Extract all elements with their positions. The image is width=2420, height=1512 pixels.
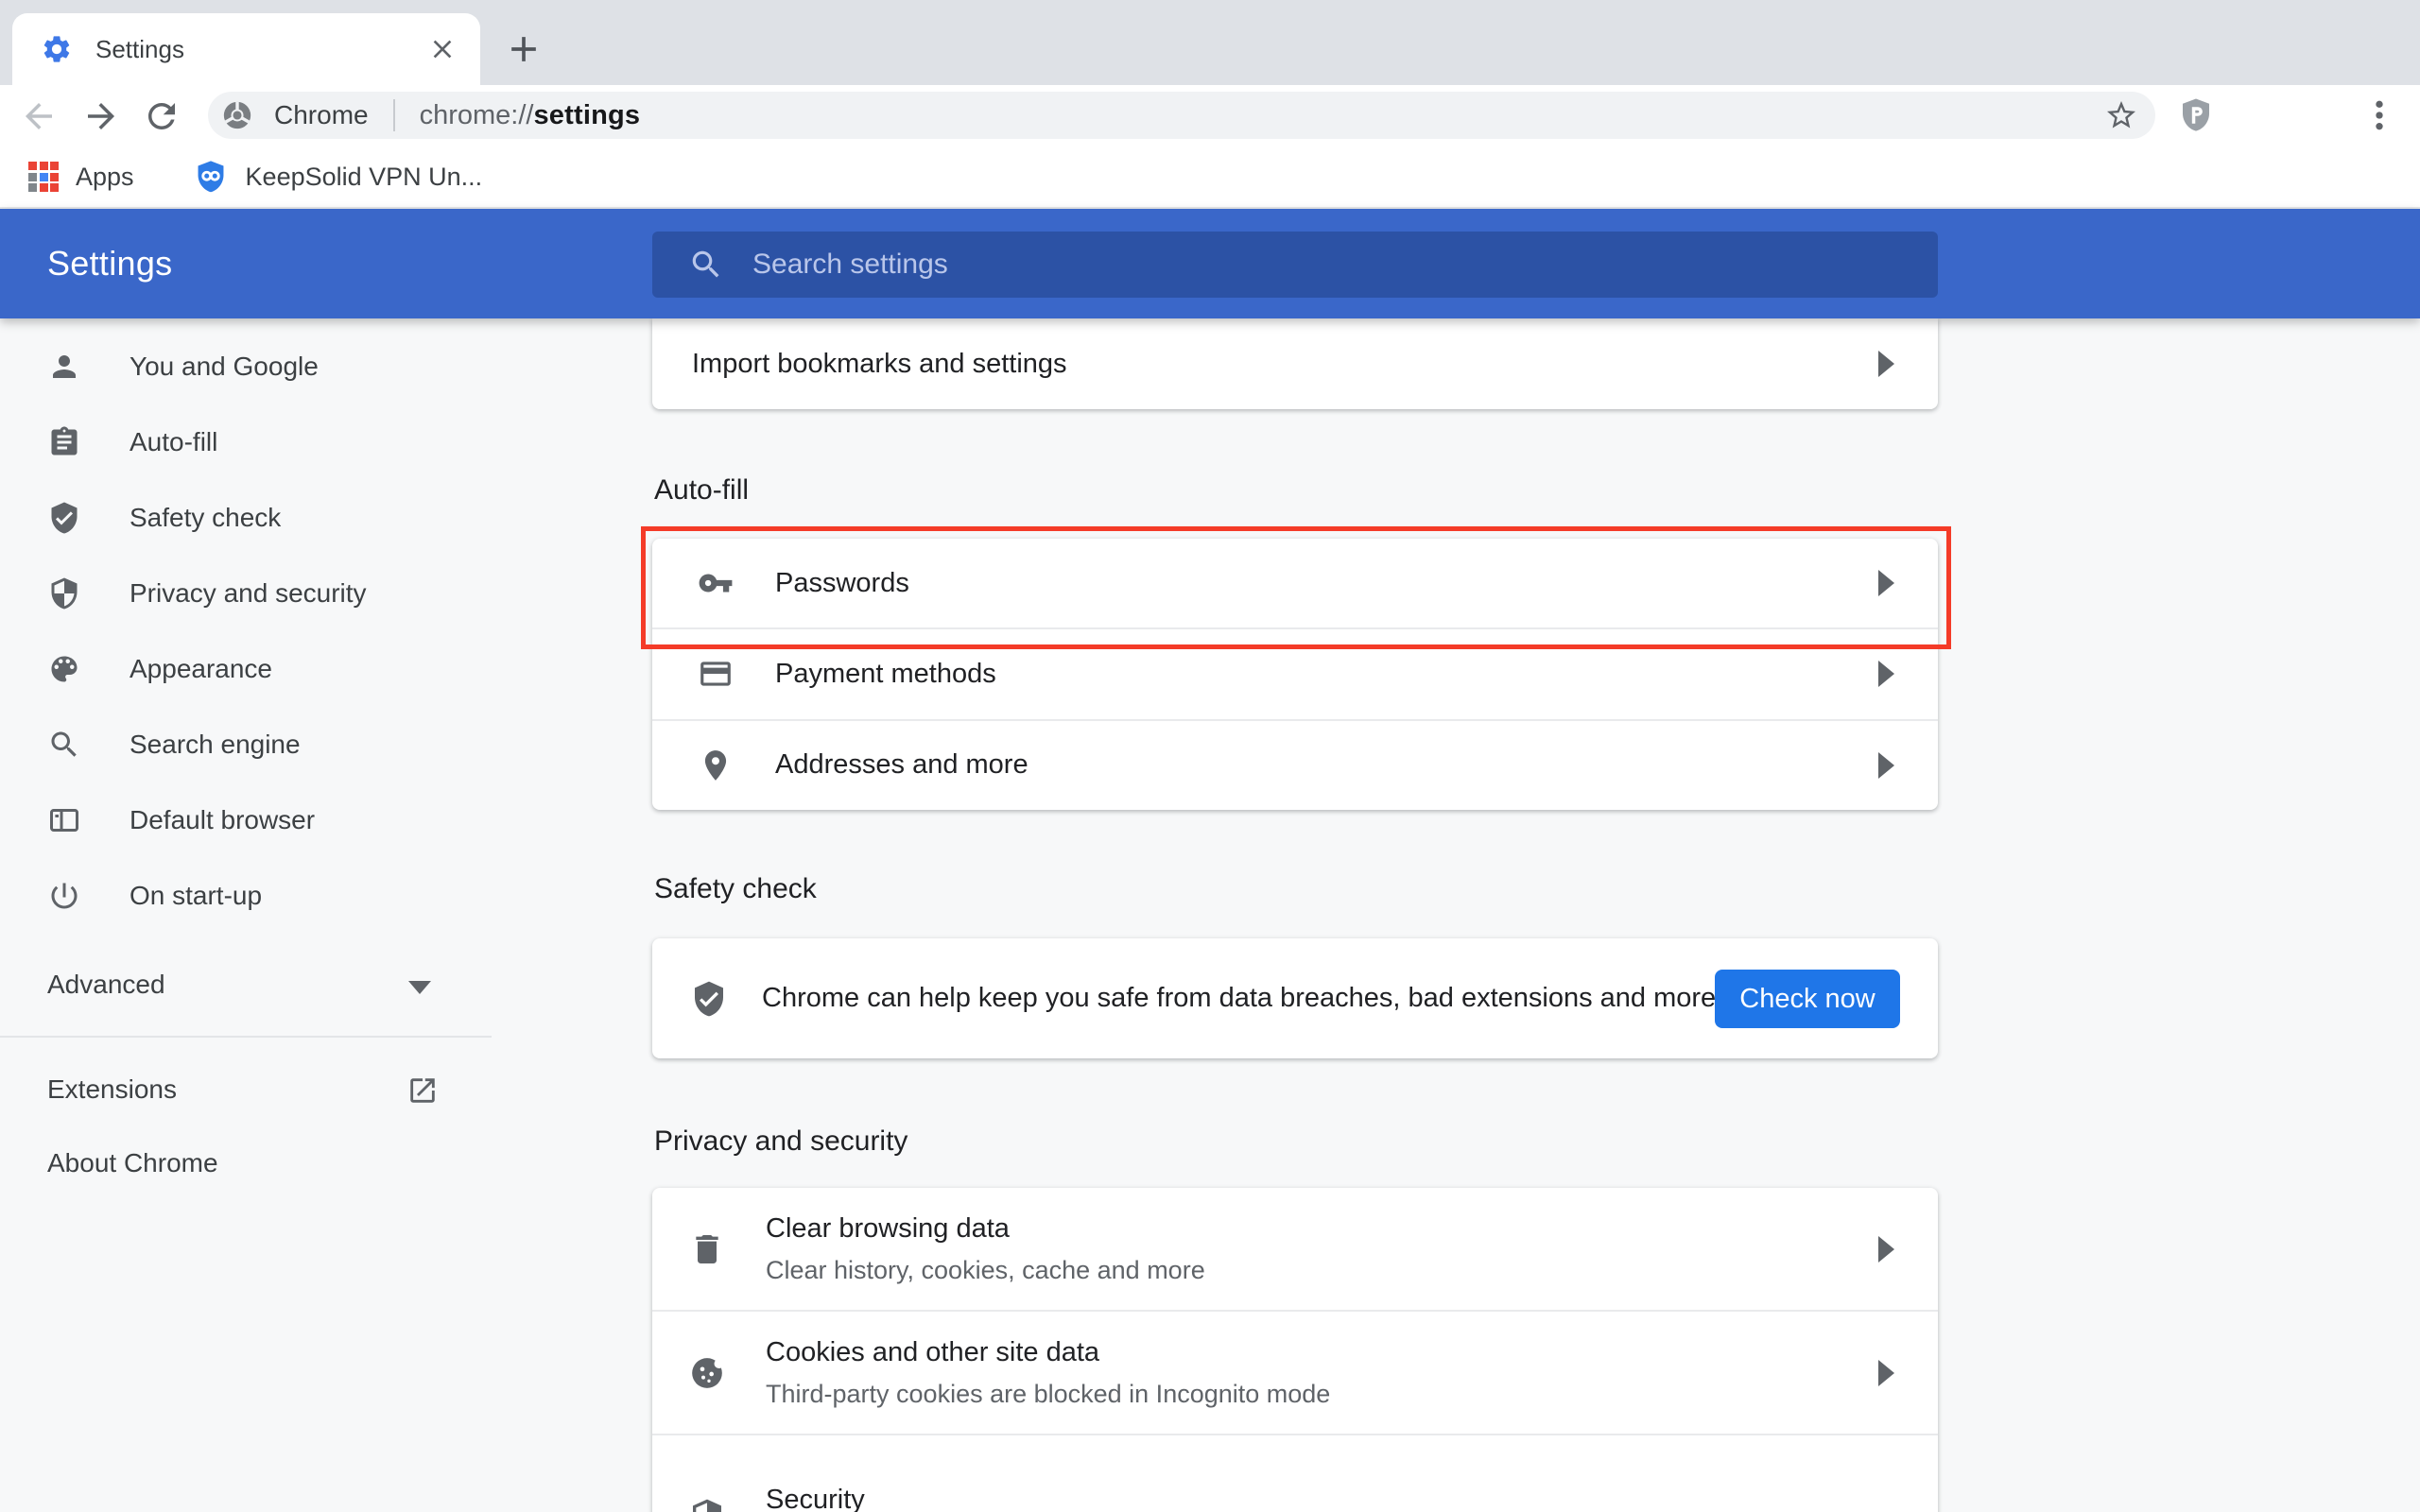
row-clear-browsing-data[interactable]: Clear browsing data Clear history, cooki… xyxy=(652,1188,1938,1312)
sidebar-item-autofill[interactable]: Auto-fill xyxy=(0,404,492,480)
row-payment-methods[interactable]: Payment methods xyxy=(652,629,1938,720)
sidebar-item-you-and-google[interactable]: You and Google xyxy=(0,329,492,404)
browser-window: Settings xyxy=(0,0,2420,1512)
sidebar-divider xyxy=(0,1036,492,1038)
bookmarks-bar: Apps KeepSolid VPN Un... xyxy=(0,146,2420,209)
clipboard-icon xyxy=(47,425,81,459)
search-icon xyxy=(688,247,724,283)
sidebar-item-default-browser[interactable]: Default browser xyxy=(0,782,492,858)
browser-toolbar: Chrome chrome://settings xyxy=(0,85,2420,146)
browser-window-icon xyxy=(47,803,81,837)
chevron-right-icon xyxy=(1878,1236,1894,1263)
omnibox-divider xyxy=(393,99,395,131)
sidebar-advanced-toggle[interactable]: Advanced xyxy=(0,947,492,1022)
shield-check-icon xyxy=(690,980,728,1018)
bookmark-keepsolid-vpn[interactable]: KeepSolid VPN Un... xyxy=(246,163,483,192)
url-scheme: chrome:// xyxy=(420,100,534,131)
palette-icon xyxy=(47,652,81,686)
keepsolid-vpn-icon xyxy=(193,159,229,195)
sidebar-item-extensions[interactable]: Extensions xyxy=(0,1052,492,1127)
settings-header: Settings Search settings xyxy=(0,209,2420,318)
url-path: settings xyxy=(533,100,640,131)
row-security[interactable]: Security Safe Browsing (protection from … xyxy=(652,1435,1938,1512)
section-heading-safety-check: Safety check xyxy=(654,873,817,905)
settings-gear-favicon-icon xyxy=(41,33,73,65)
person-icon xyxy=(47,350,81,384)
privacy-card: Clear browsing data Clear history, cooki… xyxy=(652,1188,1938,1512)
chrome-logo-icon xyxy=(221,99,253,131)
settings-search-input[interactable]: Search settings xyxy=(652,232,1938,298)
sidebar-item-search-engine[interactable]: Search engine xyxy=(0,707,492,782)
settings-main: Import bookmarks and settings Auto-fill … xyxy=(652,318,1938,1512)
browser-menu-icon[interactable] xyxy=(2360,95,2398,135)
address-bar[interactable]: Chrome chrome://settings xyxy=(208,92,2155,139)
settings-body: You and Google Auto-fill Safety check Pr… xyxy=(0,318,2420,1512)
new-tab-button[interactable] xyxy=(488,13,560,85)
sidebar-item-about-chrome[interactable]: About Chrome xyxy=(0,1125,492,1201)
section-heading-privacy: Privacy and security xyxy=(654,1125,908,1158)
cookie-icon xyxy=(688,1354,726,1392)
safety-check-message: Chrome can help keep you safe from data … xyxy=(762,983,1716,1014)
apps-grid-icon xyxy=(28,162,59,192)
row-cookies[interactable]: Cookies and other site data Third-party … xyxy=(652,1312,1938,1435)
sidebar-item-privacy[interactable]: Privacy and security xyxy=(0,556,492,631)
chevron-right-icon xyxy=(1878,351,1894,377)
safety-check-card: Chrome can help keep you safe from data … xyxy=(652,938,1938,1058)
chevron-right-icon xyxy=(1878,1360,1894,1386)
chevron-right-icon xyxy=(1878,661,1894,687)
credit-card-icon xyxy=(698,656,734,692)
shield-half-icon xyxy=(47,576,81,610)
back-icon[interactable] xyxy=(19,96,59,136)
tab-title: Settings xyxy=(95,35,184,64)
page-title: Settings xyxy=(47,209,172,318)
trash-icon xyxy=(688,1230,726,1268)
chevron-down-icon xyxy=(408,981,431,994)
key-icon xyxy=(698,565,734,601)
location-pin-icon xyxy=(698,747,734,783)
shield-security-icon xyxy=(688,1498,726,1512)
chevron-right-icon xyxy=(1878,752,1894,779)
chevron-right-icon xyxy=(1878,570,1894,596)
row-addresses[interactable]: Addresses and more xyxy=(652,721,1938,810)
plus-icon xyxy=(503,28,544,70)
search-placeholder: Search settings xyxy=(752,249,948,281)
forward-icon[interactable] xyxy=(81,96,121,136)
tab-close-icon[interactable] xyxy=(427,34,458,64)
passwarden-extension-icon[interactable] xyxy=(2176,94,2216,136)
sidebar-item-safety-check[interactable]: Safety check xyxy=(0,480,492,556)
tab-strip: Settings xyxy=(0,0,2420,85)
import-bookmarks-row[interactable]: Import bookmarks and settings xyxy=(652,318,1938,409)
autofill-card: Passwords Payment methods Addresses and … xyxy=(652,539,1938,810)
sidebar-item-appearance[interactable]: Appearance xyxy=(0,631,492,707)
power-icon xyxy=(47,879,81,913)
open-in-new-icon xyxy=(406,1074,439,1107)
section-heading-autofill: Auto-fill xyxy=(654,474,749,507)
sidebar-item-on-startup[interactable]: On start-up xyxy=(0,858,492,934)
bookmark-star-icon[interactable] xyxy=(2104,98,2138,132)
bookmark-apps[interactable]: Apps xyxy=(76,163,134,192)
row-passwords[interactable]: Passwords xyxy=(652,539,1938,629)
check-now-button[interactable]: Check now xyxy=(1715,970,1900,1028)
reload-icon[interactable] xyxy=(142,96,182,136)
shield-check-icon xyxy=(47,501,81,535)
tab-settings[interactable]: Settings xyxy=(12,13,480,85)
search-icon xyxy=(47,728,81,762)
site-label: Chrome xyxy=(274,100,369,130)
